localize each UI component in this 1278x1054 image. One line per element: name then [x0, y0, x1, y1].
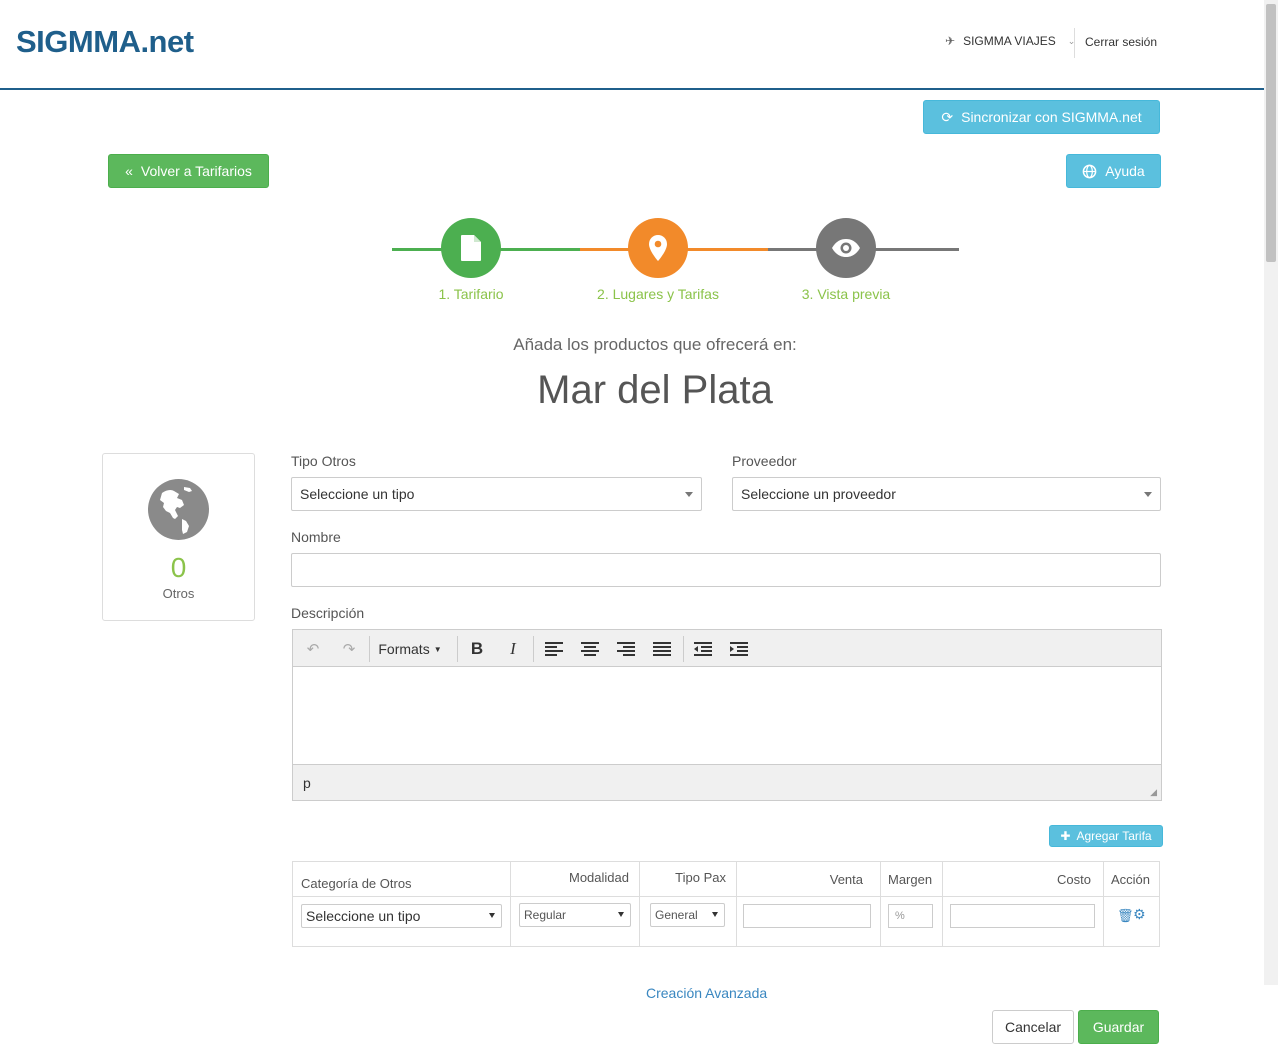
- align-right-icon[interactable]: [613, 636, 639, 662]
- italic-icon[interactable]: I: [499, 636, 527, 662]
- caret-down-icon: [489, 913, 495, 918]
- col-tipo-pax: Tipo Pax: [675, 869, 726, 885]
- col-costo: Costo: [1057, 871, 1091, 887]
- editor-content-area[interactable]: [293, 667, 1161, 764]
- margen-input[interactable]: %: [888, 904, 933, 928]
- caret-down-icon: [1144, 492, 1152, 497]
- logout-link[interactable]: Cerrar sesión: [1085, 35, 1157, 49]
- wizard-step-3[interactable]: [816, 218, 876, 278]
- map-marker-icon: [649, 235, 667, 261]
- tipo-pax-select[interactable]: General: [650, 903, 725, 927]
- editor-toolbar: ↶ ↷ Formats ▼ B I: [293, 630, 1161, 667]
- wizard-label-1[interactable]: 1. Tarifario: [391, 286, 551, 302]
- undo-icon[interactable]: ↶: [299, 636, 327, 662]
- caret-down-icon: [712, 912, 718, 917]
- counter-value: 0: [170, 552, 187, 583]
- nombre-input[interactable]: [291, 553, 1161, 587]
- wizard-label-3[interactable]: 3. Vista previa: [766, 286, 926, 302]
- plane-icon: ✈: [945, 34, 956, 48]
- categoria-select[interactable]: Seleccione un tipo: [301, 904, 502, 928]
- scrollbar-thumb[interactable]: [1266, 4, 1276, 262]
- save-button[interactable]: Guardar: [1078, 1010, 1159, 1044]
- caret-down-icon: ▼: [433, 644, 442, 654]
- wizard-step-2[interactable]: [628, 218, 688, 278]
- align-center-icon[interactable]: [577, 636, 603, 662]
- advanced-creation-link[interactable]: Creación Avanzada: [646, 985, 767, 1001]
- intro-subtitle: Añada los productos que ofrecerá en:: [513, 335, 797, 354]
- align-left-icon[interactable]: [541, 636, 567, 662]
- gear-icon[interactable]: ⚙: [1133, 906, 1146, 923]
- globe-icon: [148, 479, 209, 540]
- col-modalidad: Modalidad: [569, 869, 629, 885]
- proveedor-label: Proveedor: [732, 453, 797, 469]
- descripcion-label: Descripción: [291, 605, 365, 621]
- tipo-select[interactable]: Seleccione un tipo: [291, 477, 702, 511]
- back-to-tarifarios-button[interactable]: « Volver a Tarifarios: [108, 154, 269, 188]
- wizard-step-1[interactable]: [441, 218, 501, 278]
- header-divider: [1074, 28, 1075, 58]
- wizard-label-2[interactable]: 2. Lugares y Tarifas: [578, 286, 738, 302]
- counter-label: Otros: [162, 586, 195, 601]
- file-icon: [461, 235, 481, 261]
- proveedor-select[interactable]: Seleccione un proveedor: [732, 477, 1161, 511]
- redo-icon[interactable]: ↷: [335, 636, 363, 662]
- col-venta: Venta: [829, 871, 863, 887]
- costo-input[interactable]: [950, 904, 1095, 928]
- refresh-icon: ⟳: [941, 108, 954, 125]
- help-button[interactable]: Ayuda: [1066, 154, 1161, 188]
- add-tarifa-button[interactable]: ✚ Agregar Tarifa: [1049, 825, 1163, 847]
- col-margen: Margen: [888, 871, 933, 887]
- align-justify-icon[interactable]: [649, 636, 675, 662]
- outdent-icon[interactable]: [690, 636, 716, 662]
- agency-name: SIGMMA VIAJES: [963, 34, 1056, 48]
- tarifas-table: Categoría de Otros Modalidad Tipo Pax Ve…: [292, 861, 1160, 947]
- venta-input[interactable]: [743, 904, 871, 928]
- editor-statusbar: p ◢: [293, 764, 1161, 800]
- trash-icon[interactable]: 🗑: [1117, 908, 1134, 924]
- caret-down-icon: [618, 912, 624, 917]
- plus-icon: ✚: [1060, 829, 1071, 843]
- nombre-label: Nombre: [291, 529, 341, 545]
- agency-dropdown[interactable]: ✈ SIGMMA VIAJES ⌄: [945, 34, 1075, 48]
- element-path[interactable]: p: [303, 775, 311, 791]
- sync-button[interactable]: ⟳ Sincronizar con SIGMMA.net: [923, 100, 1160, 134]
- col-categoria: Categoría de Otros: [301, 875, 412, 891]
- formats-dropdown[interactable]: Formats ▼: [375, 636, 445, 662]
- modalidad-select[interactable]: Regular: [519, 903, 631, 927]
- indent-icon[interactable]: [726, 636, 752, 662]
- col-accion: Acción: [1111, 871, 1151, 887]
- globe-icon: [1082, 164, 1097, 178]
- cancel-button[interactable]: Cancelar: [992, 1010, 1074, 1044]
- sigmma-logo[interactable]: SIGMMA.net: [16, 24, 194, 60]
- bold-icon[interactable]: B: [463, 636, 491, 662]
- double-chevron-left-icon: «: [125, 163, 133, 179]
- product-counter-card: 0 Otros: [102, 453, 255, 621]
- top-header: SIGMMA.net ✈ SIGMMA VIAJES ⌄ Cerrar sesi…: [0, 0, 1264, 90]
- place-title: Mar del Plata: [537, 368, 773, 412]
- descripcion-editor: ↶ ↷ Formats ▼ B I p ◢: [292, 629, 1162, 801]
- resize-handle-icon[interactable]: ◢: [1150, 787, 1157, 798]
- tipo-label: Tipo Otros: [291, 453, 356, 469]
- caret-down-icon: [685, 492, 693, 497]
- eye-icon: [832, 239, 860, 257]
